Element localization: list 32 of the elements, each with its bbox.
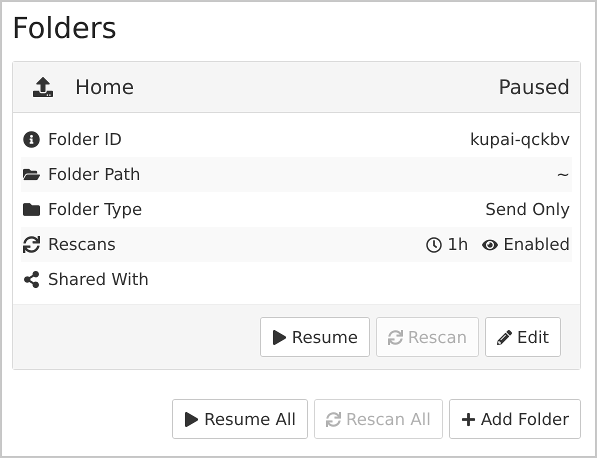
- upload-icon: [33, 77, 53, 97]
- page-title: Folders: [12, 10, 118, 46]
- folder-status: Paused: [498, 75, 570, 99]
- row-label: Rescans: [48, 235, 117, 254]
- pencil-icon: [497, 330, 512, 344]
- play-icon: [272, 330, 287, 344]
- clock-icon: [426, 236, 442, 252]
- refresh-icon: [23, 236, 40, 253]
- action-button[interactable]: Add Folder: [448, 399, 581, 439]
- refresh-icon: [388, 330, 403, 344]
- action-button[interactable]: Resume: [260, 317, 370, 357]
- info-icon: [23, 131, 40, 148]
- open-folder-icon: [23, 166, 40, 183]
- row-label: Shared With: [48, 270, 150, 289]
- row-value: ~: [556, 165, 570, 184]
- plus-icon: [460, 412, 476, 426]
- play-icon: [184, 412, 200, 426]
- row-value: Enabled: [503, 235, 570, 254]
- folder-icon: [23, 201, 40, 218]
- folder-header[interactable]: Home Paused: [13, 62, 580, 113]
- action-button[interactable]: Resume All: [172, 399, 308, 439]
- row-label: Folder Type: [48, 200, 144, 219]
- row-value: 1h: [447, 235, 468, 254]
- row-value: kupai-qckbv: [470, 130, 570, 149]
- row-label: Folder ID: [48, 130, 123, 149]
- share-icon: [23, 271, 40, 288]
- action-button[interactable]: Edit: [485, 317, 561, 357]
- eye-icon: [482, 236, 498, 252]
- row-label: Folder Path: [48, 165, 142, 184]
- row-value: Send Only: [485, 200, 570, 219]
- refresh-icon: [326, 412, 341, 426]
- folder-name: Home: [75, 75, 136, 99]
